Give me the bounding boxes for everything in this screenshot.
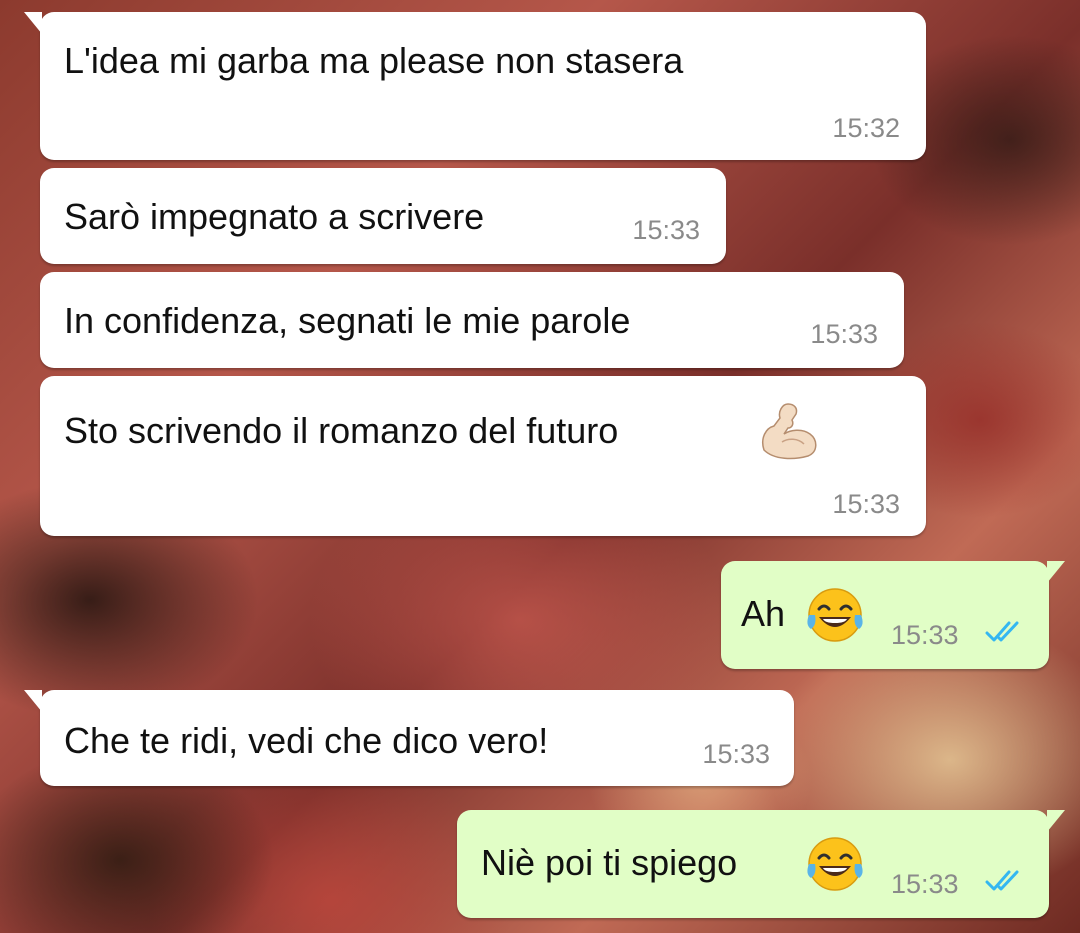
read-double-check-icon xyxy=(985,868,1025,899)
message-timestamp: 15:33 xyxy=(832,489,900,519)
message-timestamp: 15:33 xyxy=(891,869,959,899)
message-text: Che te ridi, vedi che dico vero! xyxy=(64,720,549,761)
bubble-tail xyxy=(24,690,42,712)
message-timestamp: 15:32 xyxy=(832,113,900,143)
tears-of-joy-icon xyxy=(805,834,865,899)
message-text: Niè poi ti spiego xyxy=(481,842,738,883)
message-text: L'idea mi garba ma please non stasera xyxy=(64,40,684,81)
message-bubble-incoming[interactable]: Sarò impegnato a scrivere 15:33 xyxy=(40,168,726,264)
message-bubble-incoming[interactable]: In confidenza, segnati le mie parole 15:… xyxy=(40,272,904,368)
message-timestamp: 15:33 xyxy=(810,319,878,349)
message-bubble-incoming[interactable]: L'idea mi garba ma please non stasera 15… xyxy=(24,12,926,160)
message-timestamp: 15:33 xyxy=(632,215,700,245)
message-text: Ah xyxy=(741,593,786,634)
bubble-tail xyxy=(1047,561,1065,583)
message-bubble-outgoing[interactable]: Ah 15:33 xyxy=(721,561,1065,669)
message-timestamp: 15:33 xyxy=(702,739,770,769)
message-text: In confidenza, segnati le mie parole xyxy=(64,300,631,341)
message-timestamp: 15:33 xyxy=(891,620,959,650)
message-bubble-outgoing[interactable]: Niè poi ti spiego 15:33 xyxy=(457,810,1065,918)
read-double-check-icon xyxy=(985,619,1025,650)
message-bubble-incoming[interactable]: Sto scrivendo il romanzo del futuro 15:3… xyxy=(40,376,926,536)
message-bubble-incoming[interactable]: Che te ridi, vedi che dico vero! 15:33 xyxy=(24,690,794,786)
bubble-tail xyxy=(24,12,42,34)
message-text: Sarò impegnato a scrivere xyxy=(64,196,485,237)
flexed-biceps-icon xyxy=(758,398,822,465)
message-text: Sto scrivendo il romanzo del futuro xyxy=(64,410,619,451)
tears-of-joy-icon xyxy=(805,585,865,650)
bubble-tail xyxy=(1047,810,1065,832)
